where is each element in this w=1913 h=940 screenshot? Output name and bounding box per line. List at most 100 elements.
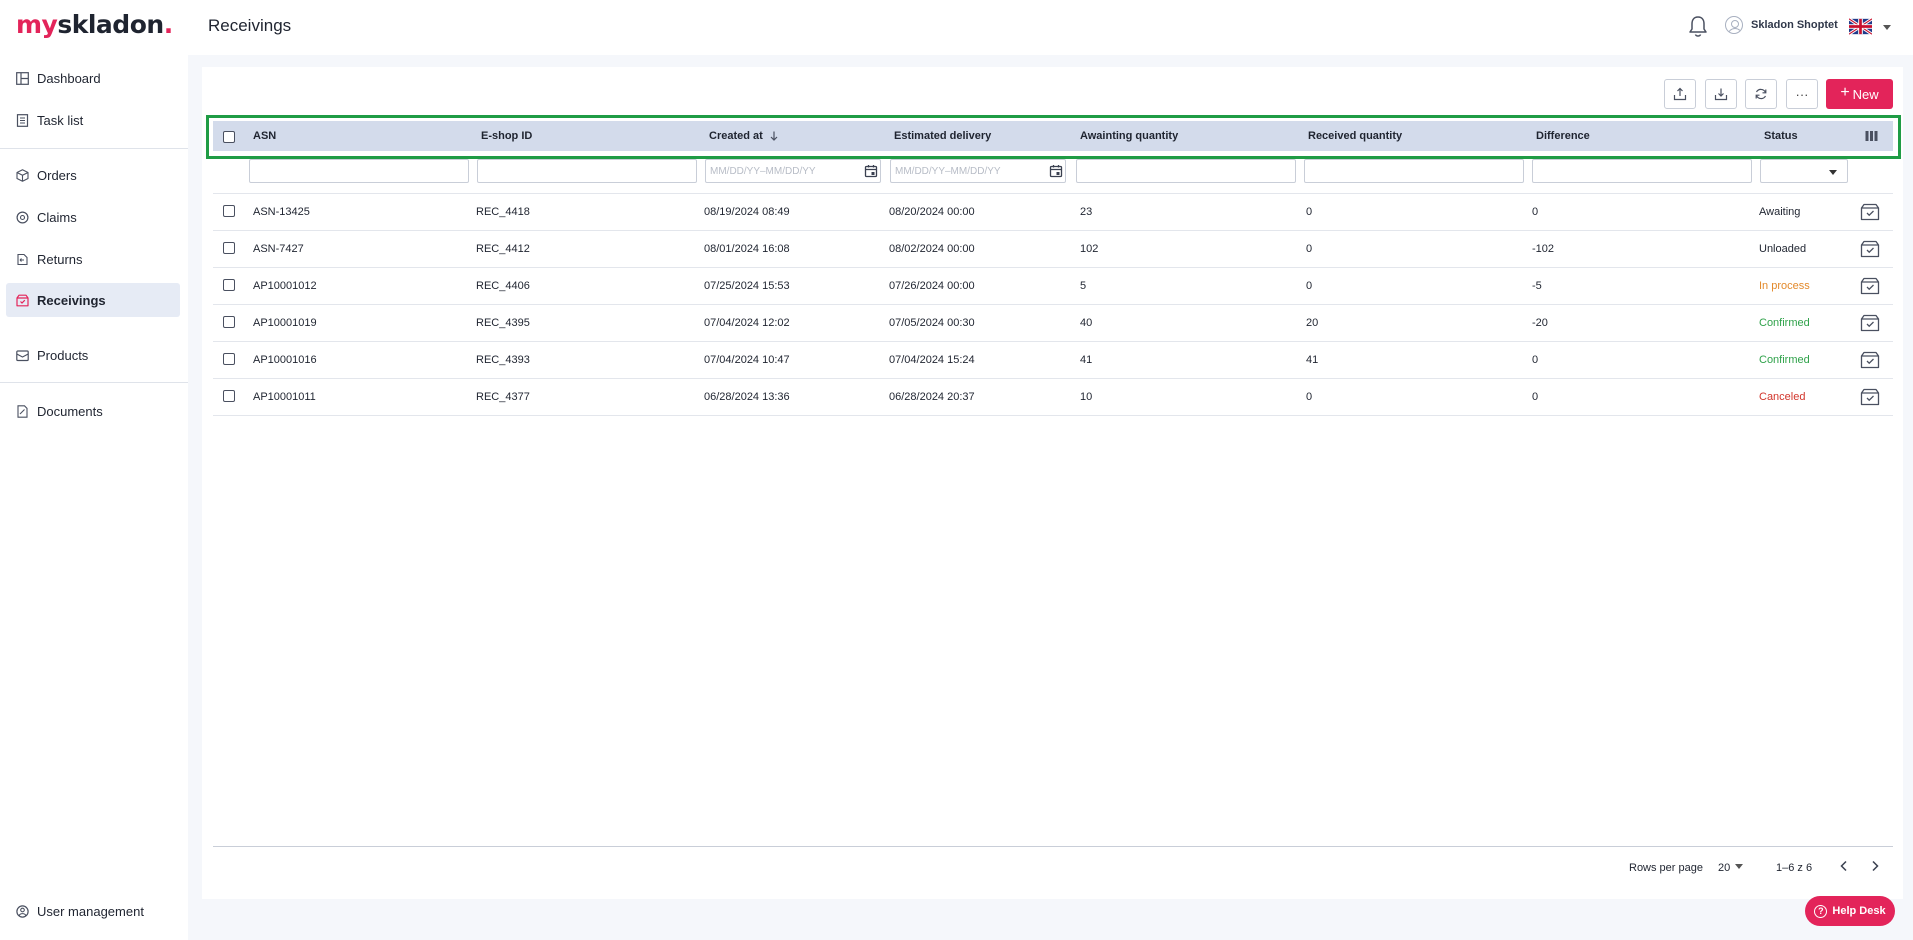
cell-estimated-delivery: 08/02/2024 00:00 [889,243,975,255]
sidebar-item-products[interactable]: Products [6,338,180,372]
awaiting-quantity-filter-input[interactable] [1076,159,1296,183]
user-management-icon [15,904,29,918]
sidebar-item-label: Dashboard [37,70,101,86]
estimated-delivery-filter-input[interactable]: MM/DD/YY–MM/DD/YY [890,159,1066,183]
rows-per-page-caret-icon[interactable] [1735,864,1743,869]
cell-asn: AP10001016 [253,354,317,366]
row-checkbox[interactable] [223,353,235,365]
cell-received-quantity: 41 [1306,354,1319,366]
sidebar-item-returns[interactable]: Returns [6,242,180,276]
previous-page-icon[interactable] [1837,859,1851,873]
sidebar-item-documents[interactable]: Documents [6,394,180,428]
row-divider [213,267,1893,268]
app-logo[interactable]: myskladon. [16,10,173,39]
cell-estimated-delivery: 06/28/2024 20:37 [889,391,975,403]
cell-awaiting-quantity: 102 [1080,243,1099,255]
cell-created-at: 08/19/2024 08:49 [704,206,790,218]
cell-eshop-id: REC_4393 [476,354,530,366]
cell-asn: AP10001019 [253,317,317,329]
documents-icon [15,404,29,418]
returns-icon [15,252,29,266]
row-checkbox[interactable] [223,205,235,217]
help-desk-button[interactable]: ? Help Desk [1805,896,1895,926]
receiving-detail-icon[interactable] [1860,314,1880,332]
cell-eshop-id: REC_4406 [476,280,530,292]
rows-per-page-select[interactable]: 20 [1718,862,1730,874]
refresh-button[interactable] [1745,79,1777,109]
asn-filter-input[interactable] [249,159,469,183]
orders-icon [15,168,29,182]
sidebar-item-orders[interactable]: Orders [6,158,180,192]
cell-status: In process [1759,280,1810,292]
cell-status: Awaiting [1759,206,1801,218]
header-highlight-box [206,115,1901,159]
dashboard-icon [15,71,29,85]
cell-difference: 0 [1532,354,1539,366]
received-quantity-filter-input[interactable] [1304,159,1524,183]
row-divider [213,341,1893,342]
sidebar-item-user-management[interactable]: User management [6,894,180,928]
cell-eshop-id: REC_4377 [476,391,530,403]
row-checkbox[interactable] [223,390,235,402]
avatar-icon [1725,16,1743,34]
row-divider [213,415,1893,416]
cell-difference: -102 [1532,243,1555,255]
cell-estimated-delivery: 07/04/2024 15:24 [889,354,975,366]
new-receiving-button[interactable]: + New [1826,79,1893,109]
calendar-icon[interactable] [1049,164,1063,178]
claims-icon [15,210,29,224]
flag-uk-icon[interactable] [1849,18,1872,35]
row-checkbox[interactable] [223,279,235,291]
receiving-detail-icon[interactable] [1860,203,1880,221]
row-checkbox[interactable] [223,316,235,328]
status-filter-select[interactable] [1760,159,1848,183]
cell-eshop-id: REC_4412 [476,243,530,255]
sidebar-item-task-list[interactable]: Task list [6,103,180,137]
cell-awaiting-quantity: 10 [1080,391,1093,403]
cell-eshop-id: REC_4418 [476,206,530,218]
cell-status: Canceled [1759,391,1806,403]
cell-status: Unloaded [1759,243,1807,255]
more-actions-button[interactable]: ··· [1786,79,1818,109]
sidebar-item-label: Products [37,347,89,363]
table-footer-divider [213,846,1893,847]
created-at-filter-input[interactable]: MM/DD/YY–MM/DD/YY [705,159,881,183]
cell-created-at: 07/04/2024 10:47 [704,354,790,366]
cell-received-quantity: 0 [1306,280,1313,292]
language-caret-icon[interactable] [1883,25,1891,30]
calendar-icon[interactable] [864,164,878,178]
receiving-detail-icon[interactable] [1860,388,1880,406]
sidebar-item-dashboard[interactable]: Dashboard [6,61,180,95]
cell-received-quantity: 0 [1306,391,1313,403]
plus-icon: + [1840,84,1850,101]
row-checkbox[interactable] [223,242,235,254]
cell-awaiting-quantity: 5 [1080,280,1087,292]
receiving-detail-icon[interactable] [1860,277,1880,295]
cell-created-at: 07/25/2024 15:53 [704,280,790,292]
notifications-bell-icon[interactable] [1687,15,1709,39]
cell-difference: 0 [1532,206,1539,218]
sidebar-item-claims[interactable]: Claims [6,200,180,234]
row-divider [213,193,1893,194]
cell-asn: AP10001011 [253,391,316,403]
export-button[interactable] [1664,79,1696,109]
cell-asn: ASN-7427 [253,243,304,255]
receiving-detail-icon[interactable] [1860,240,1880,258]
cell-received-quantity: 20 [1306,317,1319,329]
export-icon [1673,87,1687,101]
sidebar-item-label: Task list [37,112,84,128]
difference-filter-input[interactable] [1532,159,1752,183]
sidebar-item-label: Orders [37,167,77,183]
next-page-icon[interactable] [1868,859,1882,873]
receivings-icon [15,293,29,307]
receiving-detail-icon[interactable] [1860,351,1880,369]
sidebar-item-receivings[interactable]: Receivings [6,283,180,317]
eshop-id-filter-input[interactable] [477,159,697,183]
import-button[interactable] [1705,79,1737,109]
user-menu[interactable]: Skladon Shoptet [1725,16,1838,34]
chevron-down-icon [1829,170,1837,175]
sidebar-item-label: User management [37,903,144,919]
row-divider [213,304,1893,305]
cell-difference: -20 [1532,317,1548,329]
page-title: Receivings [208,16,292,35]
